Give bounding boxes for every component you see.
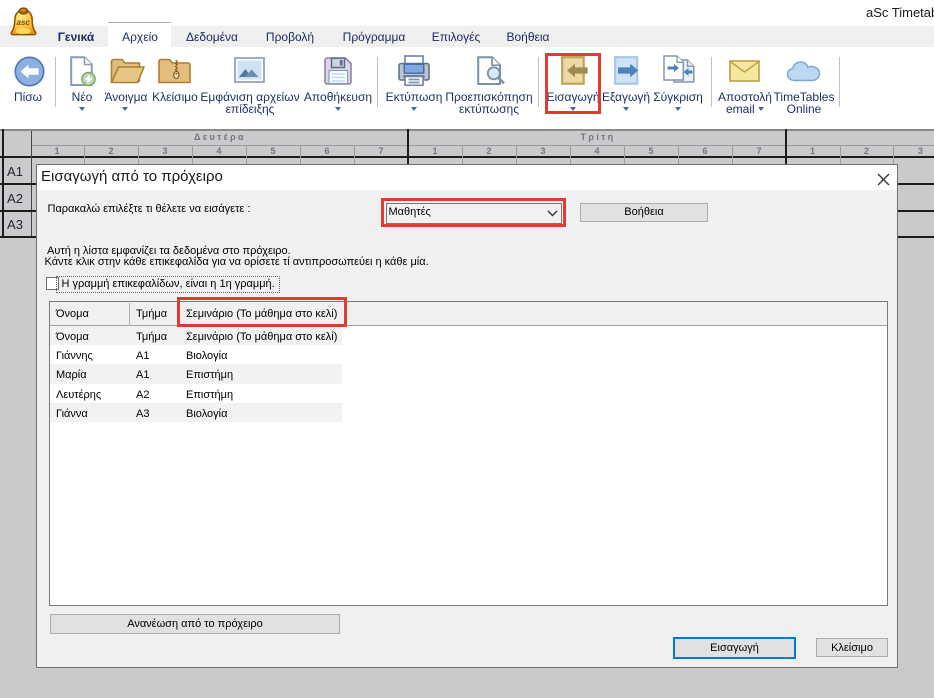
svg-text:asc: asc	[17, 18, 31, 27]
